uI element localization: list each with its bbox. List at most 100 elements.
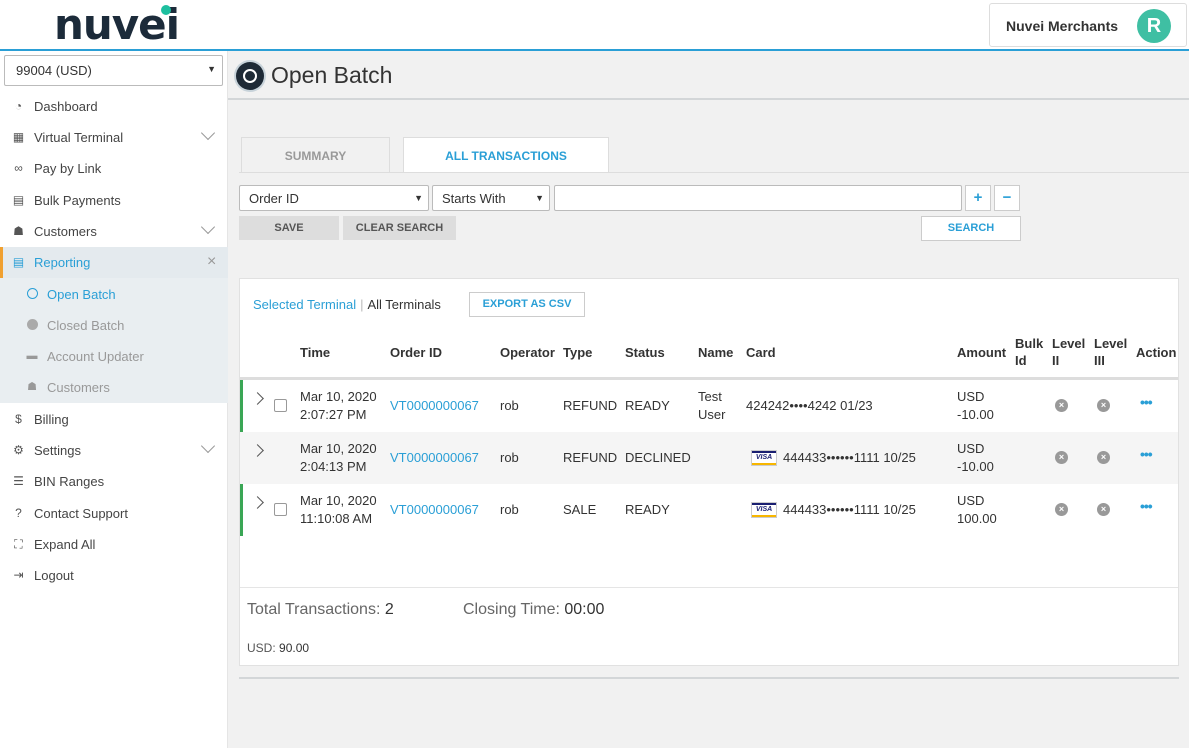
sidebar-item-contact-support[interactable]: ? Contact Support — [0, 498, 228, 529]
row-status: READY — [625, 398, 670, 413]
row-time: Mar 10, 2020 2:07:27 PM — [300, 389, 377, 422]
save-button[interactable]: SAVE — [239, 216, 339, 240]
sidebar-item-reporting[interactable]: ▤ Reporting × — [0, 247, 228, 278]
link-icon: ∞ — [14, 161, 23, 175]
col-header-bulk-id[interactable]: Bulk Id — [1015, 335, 1043, 369]
sidebar-item-dashboard[interactable]: ◔ Dashboard — [0, 91, 228, 122]
level-ii-x-icon: × — [1055, 451, 1068, 464]
col-header-order-id[interactable]: Order ID — [390, 344, 442, 361]
report-icon: ▤ — [12, 255, 25, 269]
question-icon: ? — [15, 506, 22, 520]
filter-operator-select[interactable]: Starts With ▼ — [432, 185, 550, 211]
calculator-icon: ▦ — [12, 130, 25, 144]
terminal-select[interactable]: 99004 (USD) ▼ — [4, 55, 223, 86]
more-actions-icon[interactable]: ••• — [1140, 446, 1153, 462]
col-header-status[interactable]: Status — [625, 344, 665, 361]
col-header-amount[interactable]: Amount — [957, 344, 1006, 361]
search-button[interactable]: SEARCH — [921, 216, 1021, 241]
row-status: READY — [625, 502, 670, 517]
export-csv-button[interactable]: EXPORT AS CSV — [469, 292, 585, 317]
more-actions-icon[interactable]: ••• — [1140, 498, 1153, 514]
usd-total: USD: 90.00 — [247, 641, 310, 655]
footer-divider — [240, 587, 1178, 588]
col-header-level-ii[interactable]: Level II — [1052, 335, 1085, 369]
page-header: Open Batch — [228, 51, 1189, 100]
col-header-level-iii[interactable]: Level III — [1094, 335, 1127, 369]
col-header-name[interactable]: Name — [698, 344, 733, 361]
sidebar-subitem-closed-batch[interactable]: Closed Batch — [0, 310, 228, 341]
chevron-down-icon — [200, 441, 218, 453]
users-icon: ☗ — [27, 381, 37, 393]
row-operator: rob — [500, 502, 519, 517]
avatar: R — [1137, 9, 1171, 43]
col-header-card[interactable]: Card — [746, 344, 776, 361]
chevron-down-icon — [200, 378, 218, 390]
sidebar-item-billing[interactable]: $ Billing — [0, 404, 228, 435]
circle-outline-icon — [26, 288, 38, 300]
tab-divider — [239, 172, 1189, 173]
col-header-time[interactable]: Time — [300, 344, 330, 361]
sidebar-item-bin-ranges[interactable]: ☰ BIN Ranges — [0, 466, 228, 497]
row-card: 424242••••4242 01/23 — [746, 398, 873, 413]
open-batch-icon — [236, 62, 264, 90]
more-actions-icon[interactable]: ••• — [1140, 394, 1153, 410]
caret-down-icon: ▼ — [535, 193, 544, 203]
row-checkbox[interactable] — [274, 503, 287, 516]
row-time: Mar 10, 2020 11:10:08 AM — [300, 493, 377, 526]
level-ii-x-icon: × — [1055, 399, 1068, 412]
caret-down-icon: ▼ — [414, 193, 423, 203]
file-icon: ▤ — [12, 193, 25, 207]
logo-dot — [161, 5, 171, 15]
chevron-right-icon[interactable] — [251, 444, 264, 457]
close-icon[interactable]: × — [207, 253, 216, 271]
sidebar: 99004 (USD) ▼ ◔ Dashboard ▦ Virtual Term… — [0, 51, 228, 748]
row-name: Test User — [698, 389, 726, 422]
row-card: 444433••••••1111 10/25 — [783, 502, 916, 517]
row-status: DECLINED — [625, 450, 691, 465]
sidebar-item-settings[interactable]: ⚙ Settings — [0, 435, 228, 466]
tab-all-transactions[interactable]: ALL TRANSACTIONS — [403, 137, 609, 173]
row-checkbox[interactable] — [274, 399, 287, 412]
filter-field-select[interactable]: Order ID ▼ — [239, 185, 429, 211]
user-menu[interactable]: Nuvei Merchants R — [989, 3, 1187, 47]
card-icon: ▬ — [26, 350, 38, 362]
table-row[interactable]: Mar 10, 2020 11:10:08 AM VT0000000067 ro… — [240, 484, 1178, 536]
chevron-right-icon[interactable] — [251, 496, 264, 509]
user-name: Nuvei Merchants — [1006, 18, 1119, 34]
sidebar-subitem-account-updater[interactable]: ▬ Account Updater — [0, 341, 228, 372]
chevron-down-icon — [200, 222, 218, 234]
filter-value-input[interactable] — [554, 185, 962, 211]
row-order-id-link[interactable]: VT0000000067 — [390, 449, 479, 467]
sidebar-item-bulk-payments[interactable]: ▤ Bulk Payments — [0, 185, 228, 216]
add-filter-button[interactable]: + — [965, 185, 991, 211]
sidebar-item-virtual-terminal[interactable]: ▦ Virtual Terminal — [0, 122, 228, 153]
level-iii-x-icon: × — [1097, 451, 1110, 464]
col-header-operator[interactable]: Operator — [500, 344, 555, 361]
row-order-id-link[interactable]: VT0000000067 — [390, 397, 479, 415]
users-icon: ☗ — [13, 224, 24, 238]
sidebar-item-logout[interactable]: ⇥ Logout — [0, 560, 228, 591]
table-row[interactable]: Mar 10, 2020 2:04:13 PM VT0000000067 rob… — [240, 432, 1178, 484]
col-header-type[interactable]: Type — [563, 344, 592, 361]
sidebar-item-pay-by-link[interactable]: ∞ Pay by Link — [0, 153, 228, 184]
remove-filter-button[interactable]: − — [994, 185, 1020, 211]
sidebar-subitem-open-batch[interactable]: Open Batch — [0, 279, 228, 310]
clear-search-button[interactable]: CLEAR SEARCH — [343, 216, 456, 240]
table-row[interactable]: Mar 10, 2020 2:07:27 PM VT0000000067 rob… — [240, 380, 1178, 432]
terminal-toggle: Selected Terminal | All Terminals — [253, 297, 441, 312]
dashboard-icon: ◔ — [14, 99, 23, 113]
all-terminals-link[interactable]: All Terminals — [367, 297, 440, 312]
top-header: nuvei Nuvei Merchants R — [0, 0, 1189, 51]
row-order-id-link[interactable]: VT0000000067 — [390, 501, 479, 519]
row-amount: USD -10.00 — [957, 389, 994, 422]
sidebar-item-expand-all[interactable]: ⛶ Expand All — [0, 529, 228, 560]
chevron-right-icon[interactable] — [251, 392, 264, 405]
selected-terminal-link[interactable]: Selected Terminal — [253, 297, 356, 312]
circle-filled-icon — [26, 319, 38, 331]
sidebar-item-customers[interactable]: ☗ Customers — [0, 216, 228, 247]
row-amount: USD 100.00 — [957, 493, 997, 526]
nuvei-logo[interactable]: nuvei — [54, 3, 180, 47]
tab-summary[interactable]: SUMMARY — [241, 137, 390, 173]
reporting-submenu: Open Batch Closed Batch ▬ Account Update… — [0, 278, 228, 403]
sidebar-subitem-customers[interactable]: ☗ Customers — [0, 372, 228, 403]
